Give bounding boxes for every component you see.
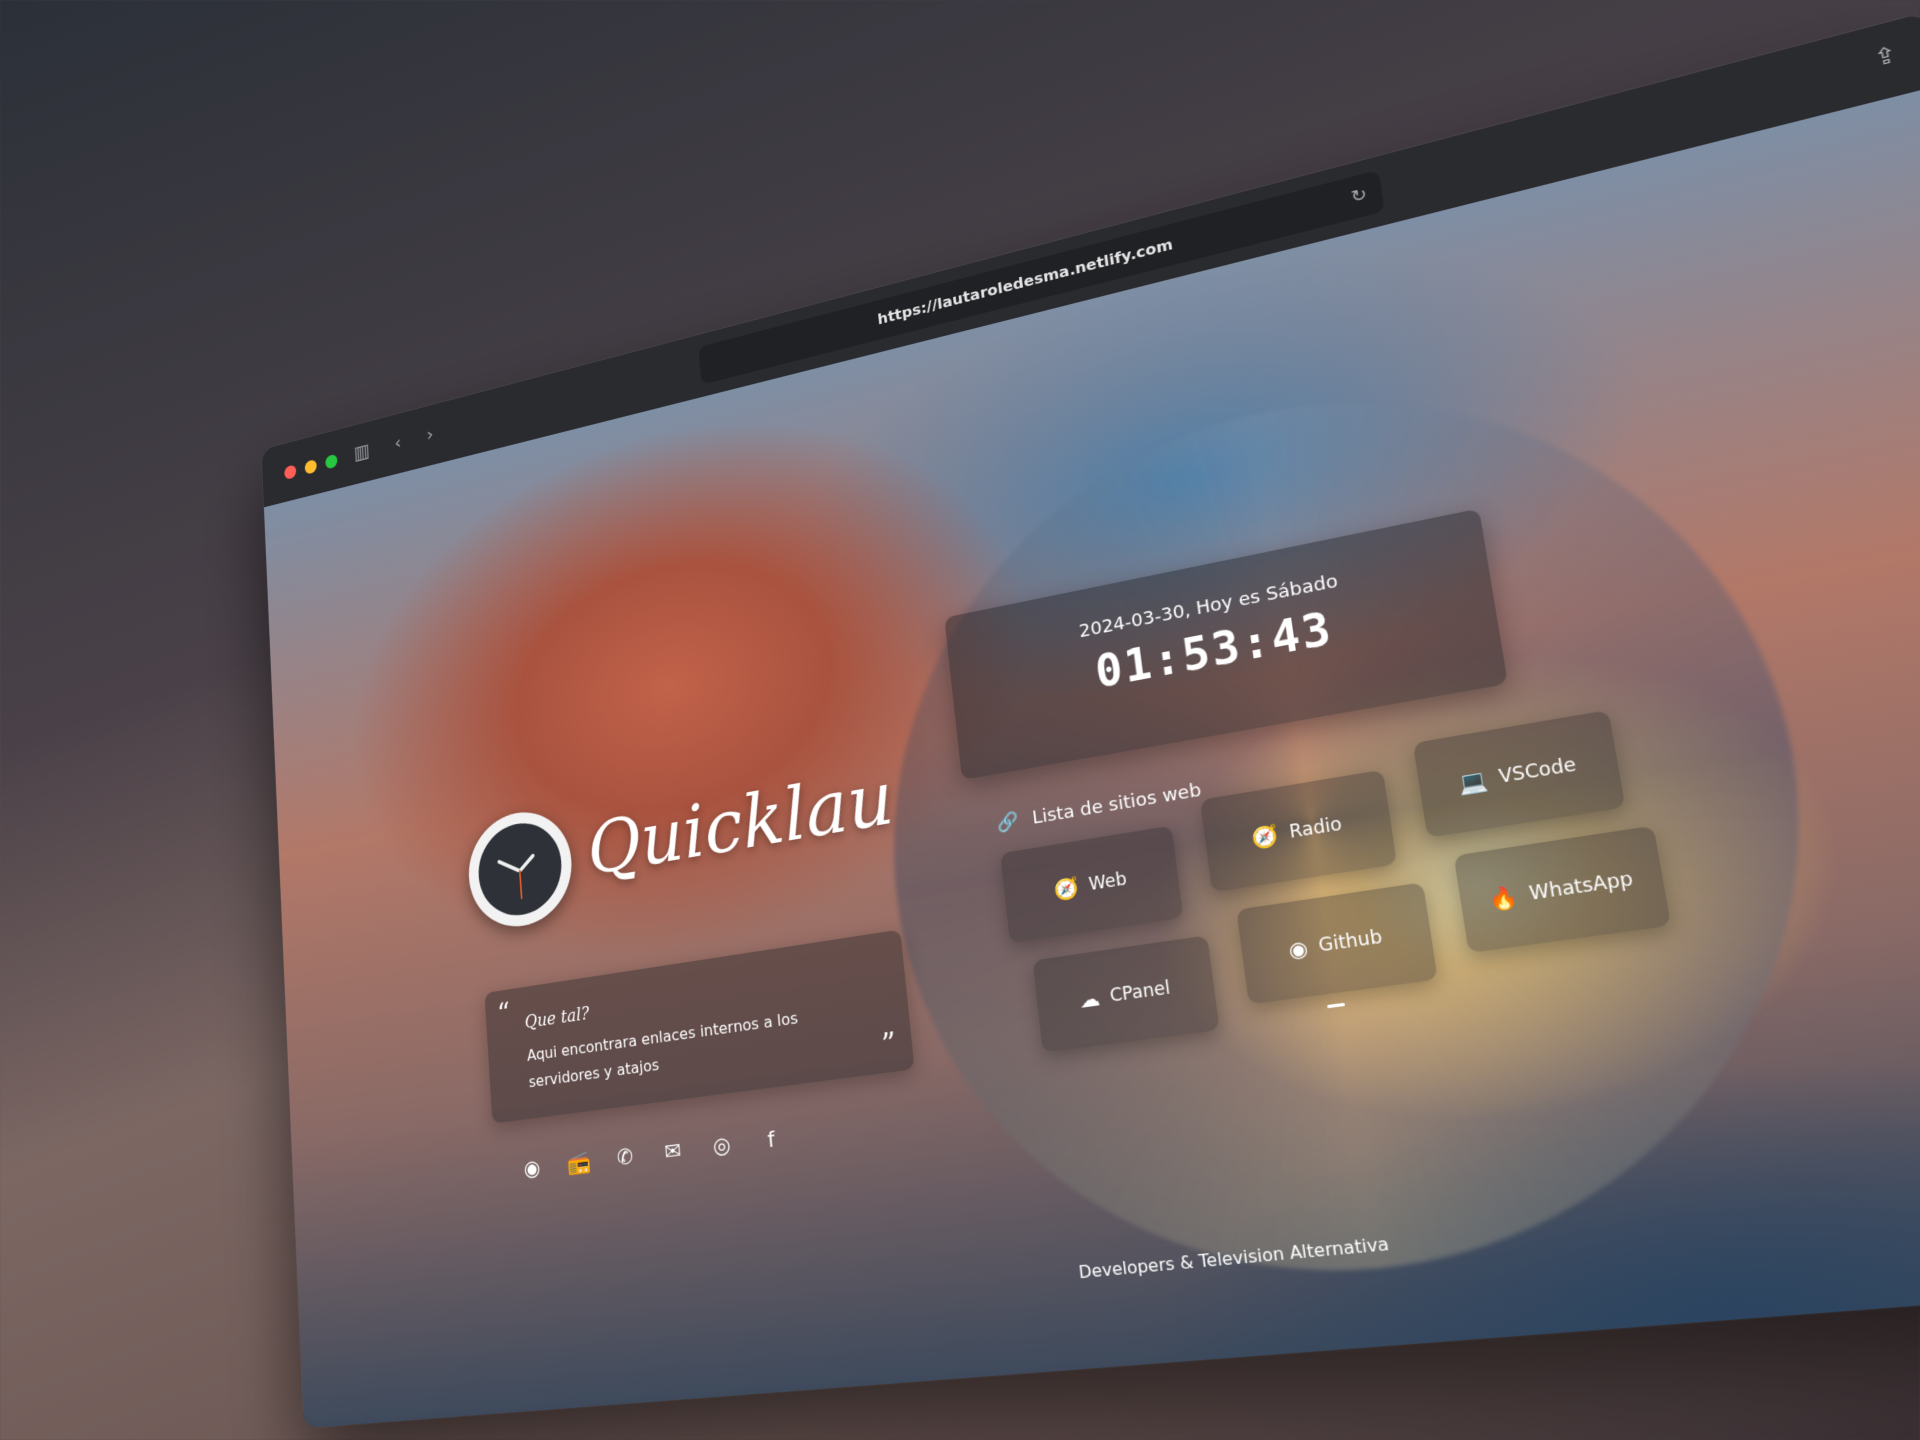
facebook-icon[interactable]: f (758, 1126, 784, 1155)
compass-icon: 🧭 (1052, 874, 1081, 903)
site-tile-label: Github (1317, 926, 1384, 957)
social-links: ◉ 📻 ✆ ✉ ◎ f (520, 1126, 784, 1183)
laptop-code-icon: 💻 (1457, 766, 1490, 797)
github-icon: ◉ (1287, 935, 1310, 964)
compass-icon: 🧭 (1250, 822, 1281, 852)
quote-title: Que tal? (524, 1003, 591, 1033)
site-tile-label: VSCode (1497, 754, 1578, 789)
close-window-button[interactable] (284, 464, 297, 481)
sidebar-icon[interactable]: ▥ (350, 439, 374, 468)
github-icon[interactable]: ◉ (520, 1156, 544, 1184)
forward-icon[interactable]: › (418, 421, 442, 450)
clock-logo-icon (465, 803, 576, 935)
radio-icon[interactable]: 📻 (566, 1150, 591, 1178)
browser-window: ▥ ‹ › https://lautaroledesma.netlify.com… (261, 11, 1920, 1429)
link-icon: 🔗 (995, 810, 1020, 835)
desktop-background: ▥ ‹ › https://lautaroledesma.netlify.com… (0, 0, 1920, 1440)
mail-icon[interactable]: ✉ (660, 1138, 685, 1166)
cloud-icon: ☁ (1077, 985, 1102, 1014)
minimize-window-button[interactable] (304, 458, 317, 475)
instagram-icon[interactable]: ◎ (709, 1133, 735, 1162)
site-tile-label: Radio (1288, 814, 1344, 844)
site-tile-label: CPanel (1108, 977, 1172, 1007)
share-icon[interactable]: ⇪ (1871, 42, 1899, 73)
quote-card: “ Que tal? Aqui encontrara enlaces inter… (484, 929, 915, 1124)
zoom-window-button[interactable] (325, 453, 338, 470)
reload-icon[interactable]: ↻ (1348, 174, 1370, 219)
window-controls (284, 453, 338, 481)
site-tile-label: WhatsApp (1527, 868, 1635, 906)
quote-close-icon: ” (879, 1025, 899, 1064)
whatsapp-icon[interactable]: ✆ (613, 1144, 638, 1172)
site-tile-label: Web (1087, 869, 1128, 896)
brand-title: Quicklau (584, 754, 898, 892)
quote-open-icon: “ (496, 996, 512, 1032)
flame-icon: 🔥 (1486, 882, 1521, 914)
back-icon[interactable]: ‹ (386, 429, 410, 458)
